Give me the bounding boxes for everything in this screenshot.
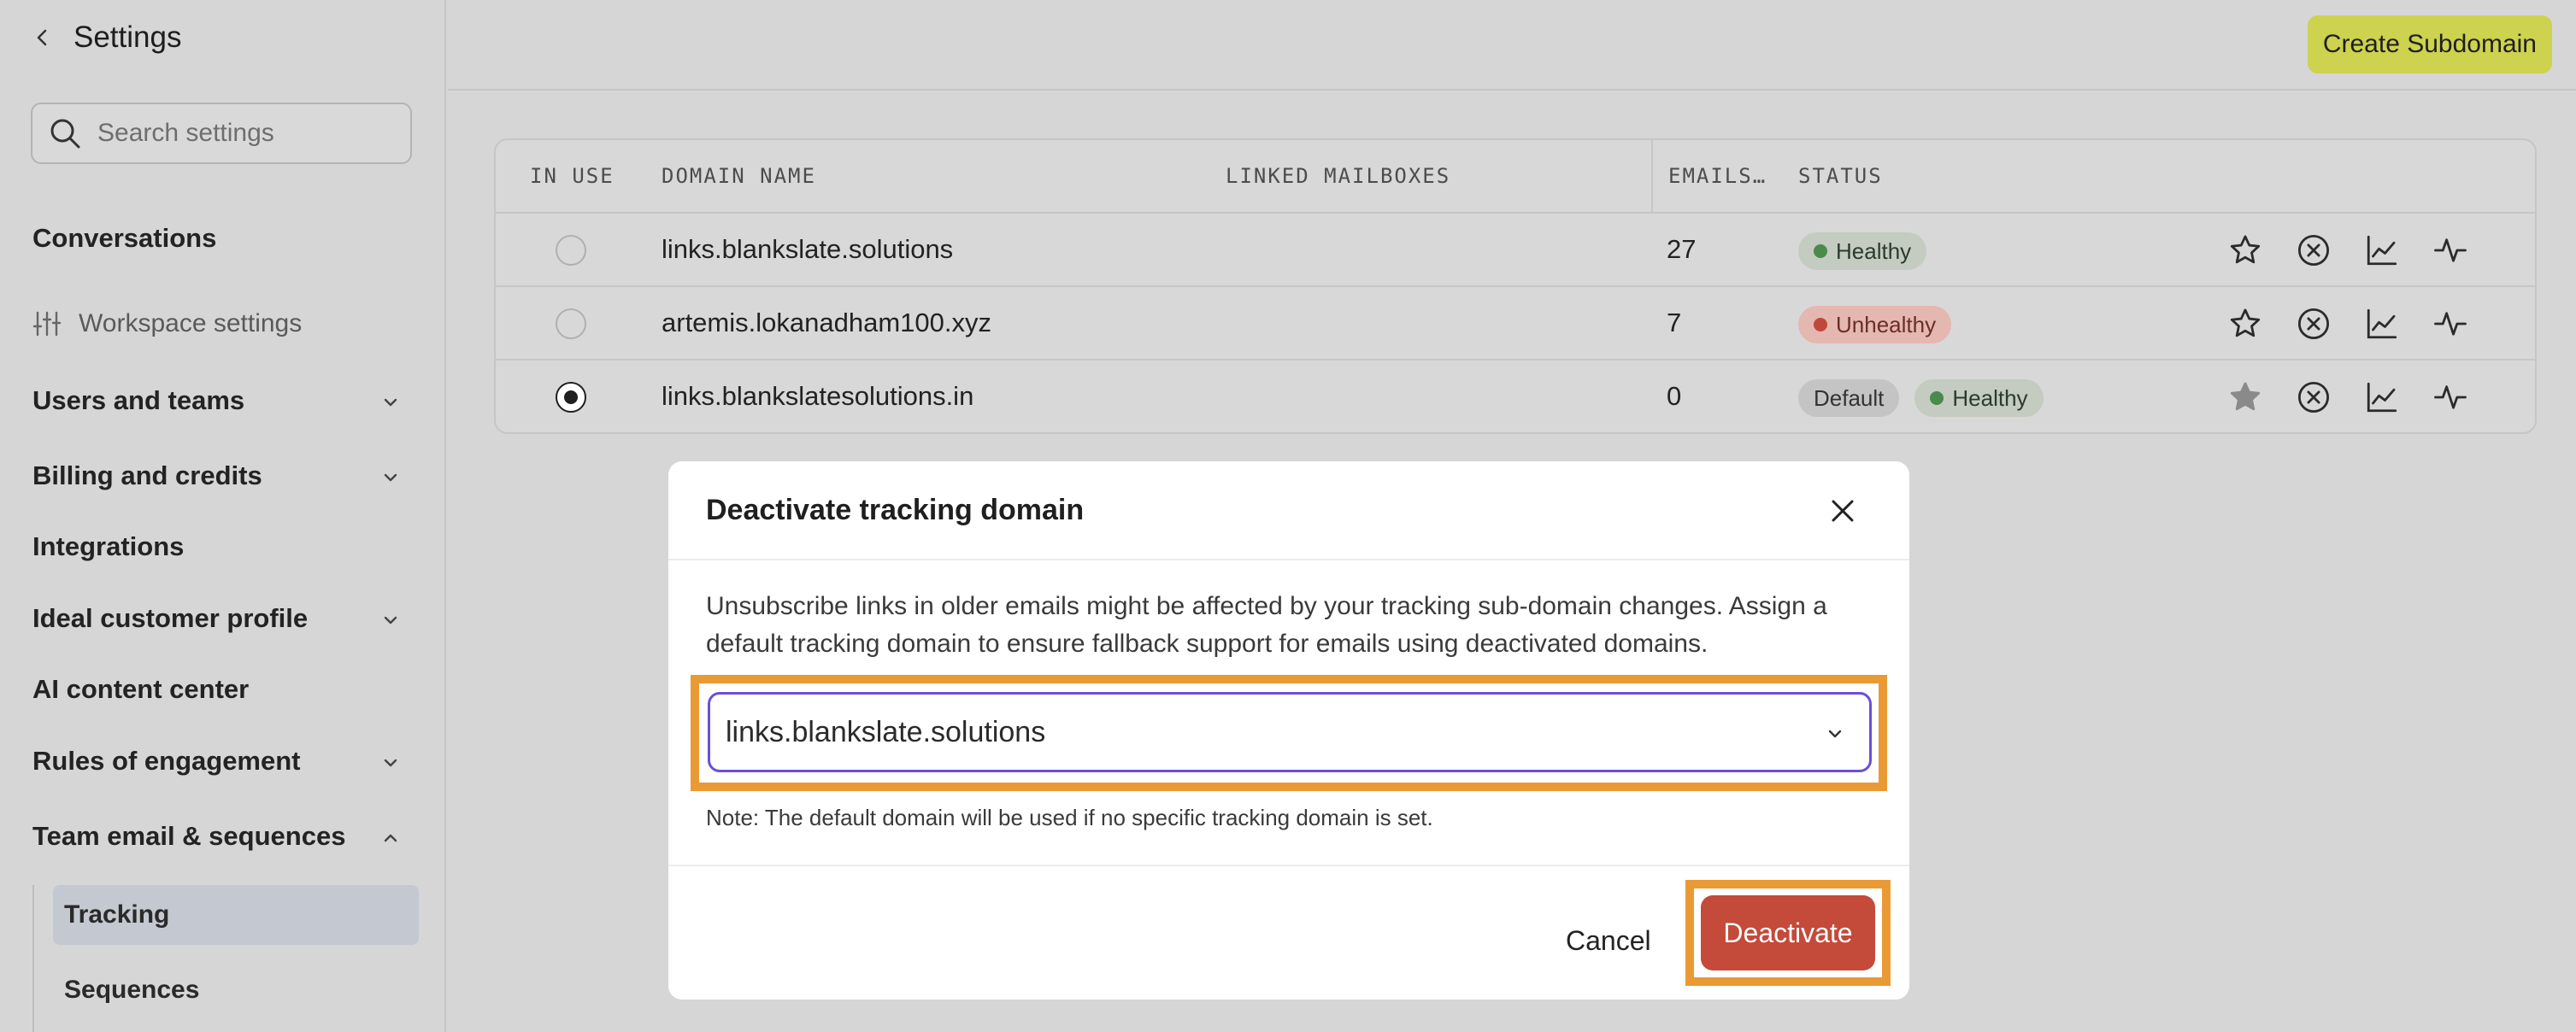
sliders-icon bbox=[32, 309, 62, 338]
sidebar-subitem-sequences[interactable]: Sequences bbox=[53, 960, 419, 1020]
dialog-note: Note: The default domain will be used if… bbox=[706, 805, 1433, 830]
create-subdomain-button[interactable]: Create Subdomain bbox=[2307, 15, 2552, 73]
sidebar-subitem-label: Tracking bbox=[64, 900, 170, 929]
domains-table: IN USE DOMAIN NAME LINKED MAILBOXES EMAI… bbox=[494, 138, 2537, 434]
settings-sidebar: Settings Conversations Workspace setting… bbox=[0, 0, 446, 1032]
default-domain-select[interactable]: links.blankslate.solutions bbox=[708, 692, 1872, 772]
sidebar-header: Settings bbox=[31, 21, 181, 55]
sidebar-item-label: Rules of engagement bbox=[32, 746, 301, 776]
sidebar-item-label: Integrations bbox=[32, 531, 185, 561]
star-filled-icon[interactable] bbox=[2226, 378, 2265, 417]
submenu-rule bbox=[32, 885, 34, 1032]
table-row: links.blankslate.solutions 27 Healthy bbox=[496, 214, 2535, 287]
sidebar-item-label: Workspace settings bbox=[79, 309, 303, 337]
select-value: links.blankslate.solutions bbox=[726, 715, 1046, 748]
status-cell: Healthy bbox=[1798, 232, 1927, 270]
emails-count-cell: 27 bbox=[1667, 234, 1697, 264]
status-dot bbox=[1814, 318, 1827, 331]
sidebar-item-conversations[interactable]: Conversations bbox=[32, 217, 409, 260]
chevron-up-icon bbox=[379, 825, 402, 847]
sidebar-item-label: Billing and credits bbox=[32, 460, 262, 490]
status-badge: Healthy bbox=[1914, 379, 2044, 417]
status-dot bbox=[1930, 391, 1944, 405]
column-header-linked-mailboxes: LINKED MAILBOXES bbox=[1226, 164, 1451, 188]
row-actions bbox=[2226, 304, 2470, 343]
status-badge: Unhealthy bbox=[1798, 306, 1952, 343]
star-icon[interactable] bbox=[2226, 304, 2265, 343]
in-use-radio[interactable] bbox=[556, 308, 586, 339]
deactivate-button[interactable]: Deactivate bbox=[1701, 895, 1875, 970]
table-row: links.blankslatesolutions.in 0 Default H… bbox=[496, 361, 2535, 434]
chevron-left-icon[interactable] bbox=[31, 26, 55, 50]
dialog-divider bbox=[668, 559, 1909, 560]
in-use-radio[interactable] bbox=[556, 235, 586, 266]
emails-count-cell: 7 bbox=[1667, 308, 1682, 337]
activity-icon[interactable] bbox=[2431, 378, 2470, 417]
default-badge-label: Default bbox=[1814, 384, 1885, 411]
sidebar-item-ai-content-center[interactable]: AI content center bbox=[32, 668, 409, 711]
default-badge: Default bbox=[1798, 379, 1900, 417]
sidebar-item-team-email-sequences[interactable]: Team email & sequences bbox=[32, 815, 409, 858]
column-divider bbox=[1651, 140, 1653, 214]
status-badge: Healthy bbox=[1798, 232, 1927, 270]
activity-icon[interactable] bbox=[2431, 304, 2470, 343]
sidebar-item-billing-and-credits[interactable]: Billing and credits bbox=[32, 454, 409, 497]
star-icon[interactable] bbox=[2226, 231, 2265, 270]
activity-icon[interactable] bbox=[2431, 231, 2470, 270]
row-actions bbox=[2226, 378, 2470, 417]
sidebar-item-workspace-settings[interactable]: Workspace settings bbox=[32, 309, 302, 338]
sidebar-item-label: Team email & sequences bbox=[32, 821, 346, 851]
in-use-radio[interactable] bbox=[556, 382, 586, 413]
domain-name-cell: artemis.lokanadham100.xyz bbox=[662, 308, 991, 337]
column-header-emails: EMAILS… bbox=[1668, 164, 1767, 188]
dialog-title: Deactivate tracking domain bbox=[706, 494, 1085, 526]
column-header-in-use: IN USE bbox=[530, 164, 615, 188]
sidebar-subitem-label: Sequences bbox=[64, 976, 200, 1004]
chevron-down-icon bbox=[379, 390, 402, 412]
sidebar-subitem-tracking[interactable]: Tracking bbox=[53, 885, 419, 945]
dialog-description: Unsubscribe links in older emails might … bbox=[706, 592, 1827, 658]
dialog-footer-divider bbox=[668, 865, 1909, 866]
column-header-status: STATUS bbox=[1798, 164, 1883, 188]
close-icon[interactable] bbox=[1826, 494, 1860, 528]
chevron-down-icon bbox=[379, 607, 402, 630]
search-field[interactable] bbox=[31, 103, 412, 164]
column-header-domain-name: DOMAIN NAME bbox=[662, 164, 816, 188]
domain-name-cell: links.blankslate.solutions bbox=[662, 234, 954, 264]
status-badge-label: Healthy bbox=[1952, 384, 2028, 411]
status-badge-label: Healthy bbox=[1836, 237, 1912, 264]
sidebar-item-label: AI content center bbox=[32, 674, 250, 704]
line-chart-icon[interactable] bbox=[2362, 304, 2402, 343]
table-row: artemis.lokanadham100.xyz 7 Unhealthy bbox=[496, 287, 2535, 361]
chevron-down-icon bbox=[379, 750, 402, 772]
chevron-down-icon bbox=[1823, 722, 1847, 746]
x-circle-icon[interactable] bbox=[2294, 231, 2333, 270]
line-chart-icon[interactable] bbox=[2362, 231, 2402, 270]
sidebar-item-label: Conversations bbox=[32, 223, 217, 253]
sidebar-item-ideal-customer-profile[interactable]: Ideal customer profile bbox=[32, 597, 409, 640]
table-header: IN USE DOMAIN NAME LINKED MAILBOXES EMAI… bbox=[496, 140, 2535, 214]
sidebar-item-rules-of-engagement[interactable]: Rules of engagement bbox=[32, 740, 409, 783]
sidebar-title: Settings bbox=[74, 21, 182, 54]
line-chart-icon[interactable] bbox=[2362, 378, 2402, 417]
search-icon bbox=[48, 116, 82, 150]
chevron-down-icon bbox=[379, 465, 402, 487]
row-actions bbox=[2226, 231, 2470, 270]
x-circle-icon[interactable] bbox=[2294, 378, 2333, 417]
x-circle-icon[interactable] bbox=[2294, 304, 2333, 343]
sidebar-item-users-and-teams[interactable]: Users and teams bbox=[32, 379, 409, 422]
status-cell: Unhealthy bbox=[1798, 306, 1952, 343]
status-cell: Default Healthy bbox=[1798, 379, 2044, 417]
status-badge-label: Unhealthy bbox=[1836, 311, 1937, 337]
search-input[interactable] bbox=[97, 119, 388, 148]
domain-name-cell: links.blankslatesolutions.in bbox=[662, 381, 974, 411]
top-bar: Create Subdomain bbox=[448, 0, 2576, 91]
status-dot bbox=[1814, 244, 1827, 258]
deactivate-domain-dialog: Deactivate tracking domain Unsubscribe l… bbox=[668, 461, 1909, 1000]
cancel-button[interactable]: Cancel bbox=[1566, 919, 1651, 962]
sidebar-item-label: Ideal customer profile bbox=[32, 603, 309, 633]
sidebar-item-integrations[interactable]: Integrations bbox=[32, 525, 409, 568]
emails-count-cell: 0 bbox=[1667, 381, 1682, 411]
sidebar-item-label: Users and teams bbox=[32, 385, 245, 415]
